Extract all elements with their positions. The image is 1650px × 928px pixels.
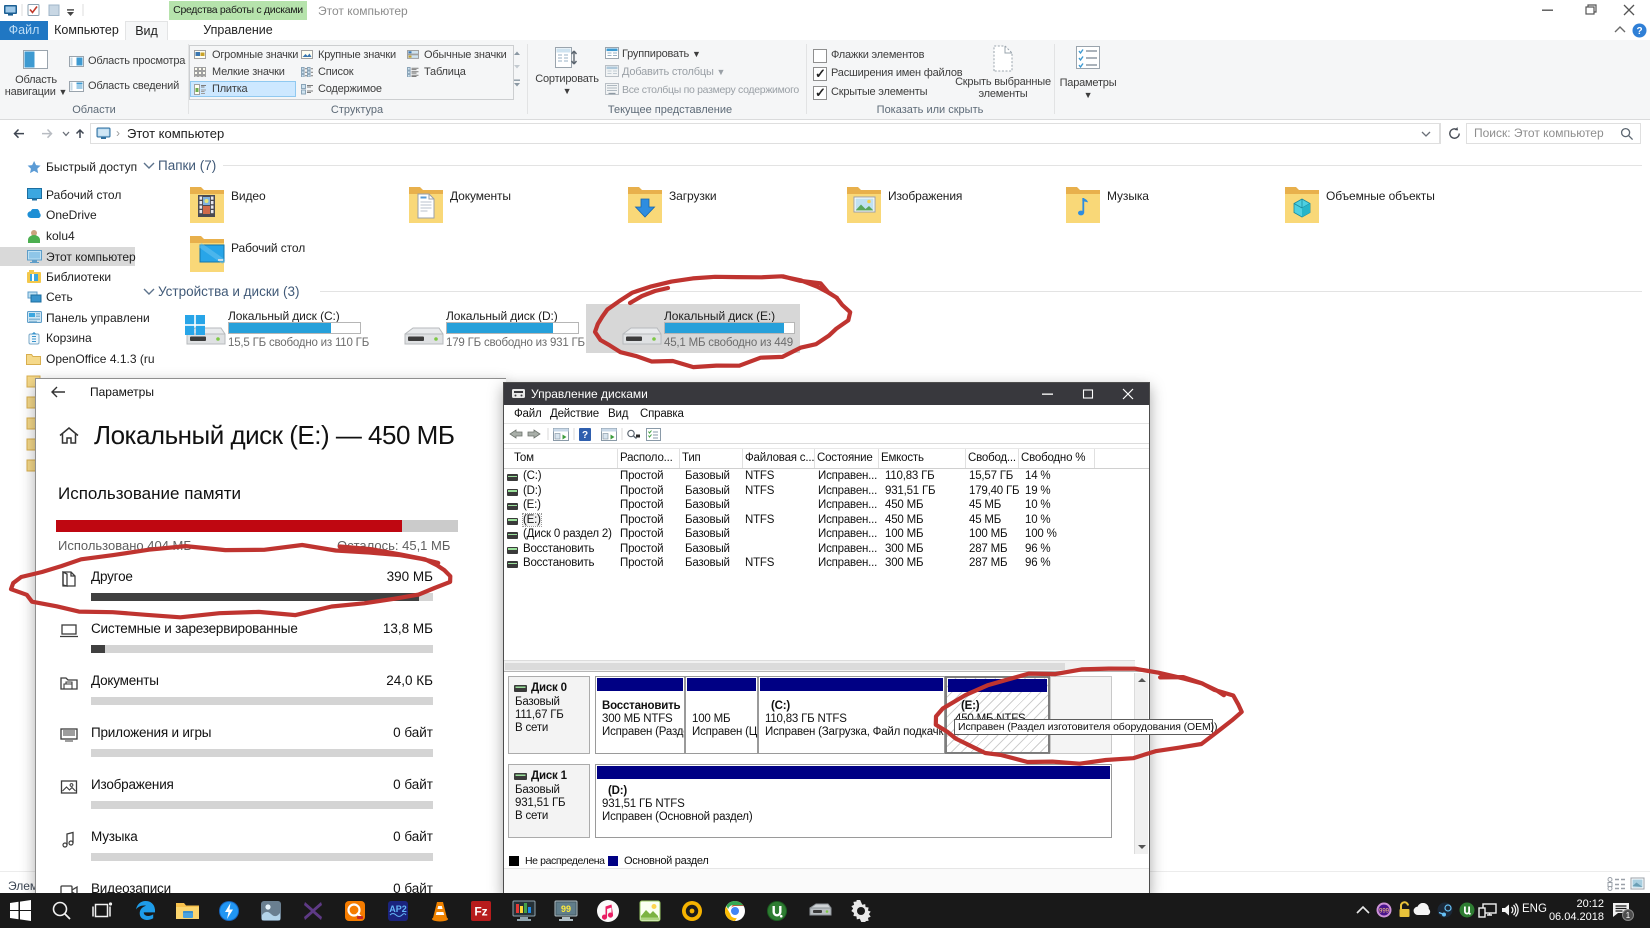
svg-text:99: 99 [561, 904, 571, 914]
svg-text:1: 1 [1626, 911, 1631, 920]
svg-text:999: 999 [1379, 909, 1390, 915]
svg-text:?: ? [582, 430, 588, 441]
svg-text:?: ? [1636, 26, 1642, 37]
svg-text:Fz: Fz [474, 905, 487, 919]
svg-text:AP2: AP2 [389, 904, 407, 914]
